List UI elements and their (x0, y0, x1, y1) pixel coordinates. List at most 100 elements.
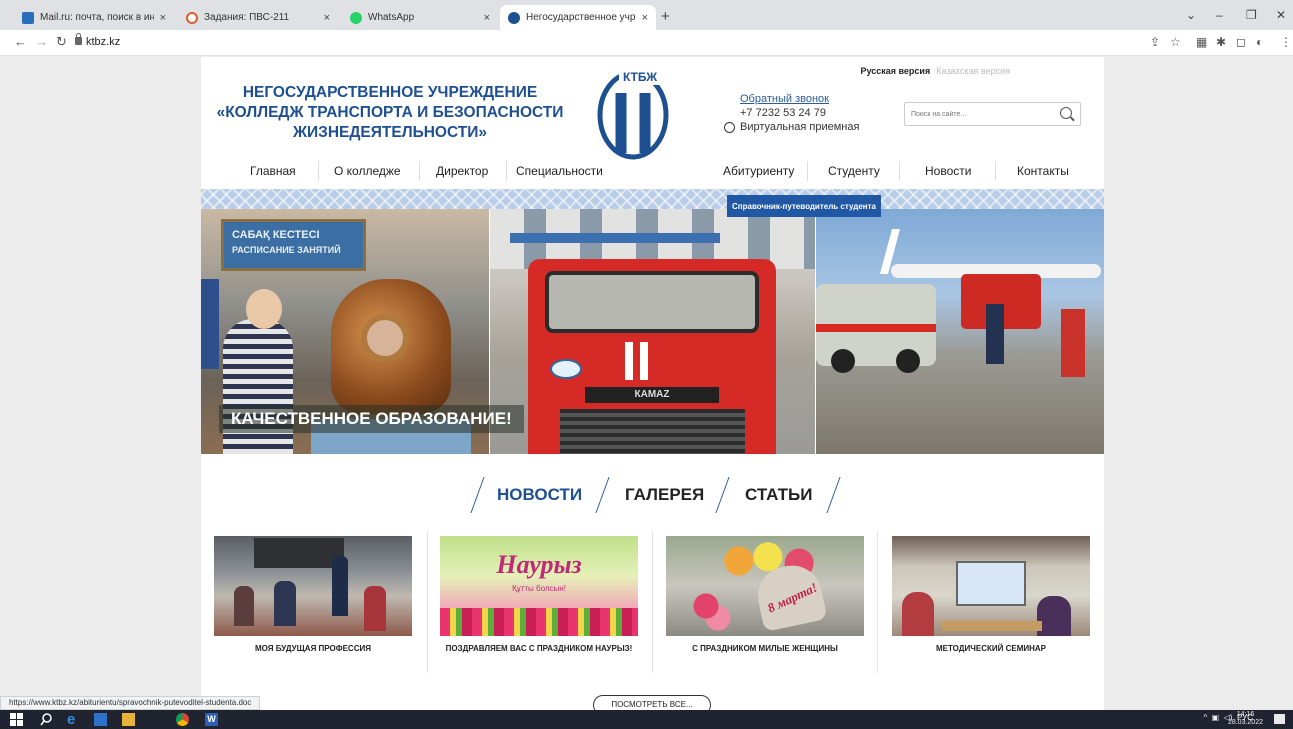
tab-divider-slash (715, 477, 730, 513)
file-explorer-icon[interactable] (122, 713, 135, 726)
menu-item-director[interactable]: Директор (436, 164, 488, 178)
dropdown-student-guide[interactable]: Справочник-путеводитель студента (727, 195, 881, 217)
menu-dots-icon[interactable]: ⋮ (1280, 35, 1292, 49)
menu-item-student[interactable]: Студенту (828, 164, 880, 178)
tab-divider-slash (826, 477, 841, 513)
news-card[interactable]: МЕТОДИЧЕСКИЙ СЕМИНАР (892, 536, 1090, 653)
news-card[interactable]: 8 марта! С ПРАЗДНИКОМ МИЛЫЕ ЖЕНЩИНЫ (666, 536, 864, 653)
person-red-jacket (1061, 309, 1085, 377)
extension-icon[interactable]: ▦ (1196, 35, 1207, 49)
search-icon[interactable] (1060, 107, 1072, 119)
word-icon[interactable]: W (205, 713, 218, 726)
college-logo-icon[interactable]: КТБЖ (597, 65, 669, 160)
status-bar-url: https://www.ktbz.kz/abiturientu/spravoch… (0, 696, 261, 710)
url-text[interactable]: ktbz.kz (86, 36, 120, 48)
windows-taskbar: e W ^ ▣ ◁) РУС 14:16 28.03.2022 (0, 710, 1293, 729)
nauryz-greeting: Наурыз (496, 550, 582, 579)
contact-block: Обратный звонок +7 7232 53 24 79 Виртуал… (724, 92, 859, 134)
logo-text: КТБЖ (623, 70, 657, 84)
menu-item-applicants[interactable]: Абитуриенту (723, 164, 794, 178)
tab-divider-slash (470, 477, 485, 513)
whatsapp-favicon-icon (350, 11, 362, 24)
new-tab-button[interactable]: + (661, 9, 670, 24)
phone-number[interactable]: +7 7232 53 24 79 (740, 106, 859, 120)
ktbz-favicon-icon (508, 11, 520, 24)
search-input[interactable] (911, 107, 1051, 122)
menu-item-contacts[interactable]: Контакты (1017, 164, 1069, 178)
search-icon[interactable] (40, 713, 53, 726)
share-icon[interactable]: ⇪ (1150, 35, 1160, 49)
tab-label: WhatsApp (368, 12, 415, 23)
tab-divider-slash (595, 477, 610, 513)
menu-separator (995, 161, 996, 181)
tab-label: Негосударственное учрежден (526, 12, 636, 23)
reception-label: Виртуальная приемная (740, 121, 860, 133)
menu-separator (318, 161, 319, 181)
tulip-field (440, 608, 638, 636)
truck-emblem (550, 359, 582, 379)
student (274, 581, 296, 626)
tab-search-chevron-icon[interactable]: ⌄ (1186, 8, 1196, 22)
edge-browser-icon[interactable]: e (67, 712, 80, 727)
reload-icon[interactable]: ↻ (56, 35, 67, 49)
menu-separator (807, 161, 808, 181)
clock-time: 14:16 (1236, 711, 1255, 718)
sign-line: САБАҚ КЕСТЕСІ (232, 229, 320, 241)
close-window-icon[interactable]: ✕ (1276, 8, 1286, 22)
tray-chevron-icon[interactable]: ^ (1203, 713, 1207, 722)
tray-network-icon[interactable]: ▣ (1212, 713, 1220, 722)
forward-arrow-icon[interactable]: → (35, 35, 48, 49)
news-title[interactable]: МОЯ БУДУЩАЯ ПРОФЕССИЯ (214, 644, 412, 653)
tab-close-icon[interactable]: × (324, 12, 330, 24)
tab-close-icon[interactable]: × (160, 12, 166, 24)
tab-news[interactable]: НОВОСТИ (497, 485, 582, 505)
address-bar: ← → ↻ ktbz.kz ⇪ ☆ ▦ ✱ ◻ ◐ ⋮ (0, 30, 1293, 56)
truck-stripe (640, 342, 648, 380)
news-title[interactable]: С ПРАЗДНИКОМ МИЛЫЕ ЖЕНЩИНЫ (666, 644, 864, 653)
menu-item-news[interactable]: Новости (925, 164, 971, 178)
tab-gallery[interactable]: ГАЛЕРЕЯ (625, 485, 704, 505)
puzzle-extensions-icon[interactable]: ✱ (1216, 35, 1226, 49)
back-arrow-icon[interactable]: ← (14, 35, 27, 49)
menu-item-home[interactable]: Главная (250, 164, 296, 178)
news-card[interactable]: МОЯ БУДУЩАЯ ПРОФЕССИЯ (214, 536, 412, 653)
participant (902, 592, 934, 636)
tab-close-icon[interactable]: × (642, 12, 648, 24)
chrome-icon[interactable] (176, 713, 189, 726)
presenter (1037, 596, 1071, 636)
sidepanel-icon[interactable]: ◻ (1236, 35, 1246, 49)
save-app-icon[interactable] (94, 713, 107, 726)
windows-start-icon[interactable] (10, 713, 23, 726)
student (234, 586, 254, 626)
menu-item-about[interactable]: О колледже (334, 164, 401, 178)
lock-icon[interactable] (75, 33, 82, 45)
minimize-icon[interactable]: – (1216, 8, 1223, 22)
lang-ru-link[interactable]: Русская версия (860, 66, 930, 76)
tab-ktbz-active[interactable]: Негосударственное учрежден × (500, 5, 656, 30)
tab-mailru[interactable]: Mail.ru: почта, поиск в интернет × (14, 5, 174, 30)
student (364, 586, 386, 631)
virtual-reception-link[interactable]: Виртуальная приемная (724, 120, 859, 134)
menu-item-specialties[interactable]: Специальности (516, 164, 603, 178)
profile-icon[interactable]: ◐ (1256, 35, 1263, 49)
tab-whatsapp[interactable]: WhatsApp × (342, 5, 498, 30)
callback-link[interactable]: Обратный звонок (740, 92, 859, 106)
tab-articles[interactable]: СТАТЬИ (745, 485, 812, 505)
news-title[interactable]: МЕТОДИЧЕСКИЙ СЕМИНАР (892, 644, 1090, 653)
news-separator (652, 531, 653, 673)
site-search (904, 102, 1081, 126)
news-image-nauryz: Наурыз Құтты болсын! (440, 536, 638, 636)
wall-board (201, 279, 219, 369)
news-card[interactable]: Наурыз Құтты болсын! ПОЗДРАВЛЯЕМ ВАС С П… (440, 536, 638, 653)
sign-line: РАСПИСАНИЕ ЗАНЯТИЙ (232, 245, 341, 255)
teacher (332, 556, 348, 616)
lang-kz-link[interactable]: Казахская версия (936, 66, 1010, 76)
news-title[interactable]: ПОЗДРАВЛЯЕМ ВАС С ПРАЗДНИКОМ НАУРЫЗ! (440, 644, 638, 653)
tab-close-icon[interactable]: × (484, 12, 490, 24)
taskbar-clock[interactable]: 14:16 28.03.2022 (1228, 711, 1263, 727)
restore-icon[interactable]: ❐ (1246, 8, 1257, 22)
tab-zadaniya[interactable]: Задания: ПВС-211 × (178, 5, 338, 30)
notification-icon[interactable] (1274, 714, 1285, 724)
organization-title[interactable]: НЕГОСУДАРСТВЕННОЕ УЧРЕЖДЕНИЕ «КОЛЛЕДЖ ТР… (215, 83, 565, 143)
bookmark-star-icon[interactable]: ☆ (1170, 35, 1181, 49)
